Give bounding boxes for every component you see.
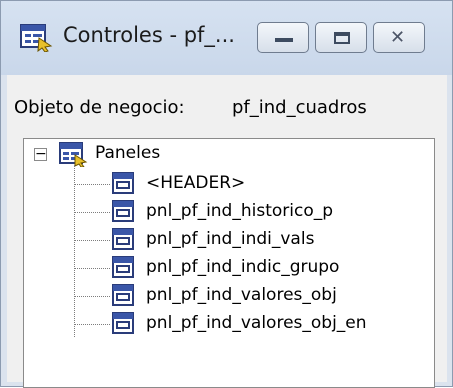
minimize-icon — [275, 38, 293, 42]
tree-node-label[interactable]: <HEADER> — [146, 173, 245, 193]
tree-branch-line — [75, 296, 110, 297]
close-icon: ✕ — [390, 27, 406, 48]
panels-tree[interactable]: − Paneles <HEADER> pnl_pf_ind_historico_… — [23, 138, 435, 388]
tree-root-label[interactable]: Paneles — [95, 143, 160, 163]
business-object-value: pf_ind_cuadros — [232, 97, 367, 118]
tree-node[interactable]: pnl_pf_ind_indic_grupo — [75, 253, 415, 283]
collapse-toggle[interactable]: − — [34, 147, 47, 161]
window-title: Controles - pf_... — [63, 23, 235, 47]
tree-branch-line — [75, 268, 110, 269]
panel-icon — [112, 228, 134, 250]
tree-node-label[interactable]: pnl_pf_ind_valores_obj — [146, 285, 337, 305]
business-object-label: Objeto de negocio: — [14, 97, 185, 118]
close-button[interactable]: ✕ — [373, 22, 425, 53]
tree-node[interactable]: pnl_pf_ind_valores_obj_en — [75, 309, 415, 339]
tree-node-label[interactable]: pnl_pf_ind_valores_obj_en — [146, 313, 367, 333]
panels-folder-icon — [59, 142, 88, 167]
tree-branch-line — [75, 212, 110, 213]
title-bar[interactable]: Controles - pf_... ✕ — [1, 1, 452, 75]
tree-node[interactable]: <HEADER> — [75, 169, 415, 199]
panel-icon — [112, 200, 134, 222]
window-content: Objeto de negocio: pf_ind_cuadros − Pane… — [7, 75, 447, 388]
tree-branch-line — [75, 184, 110, 185]
tree-node-label[interactable]: pnl_pf_ind_indi_vals — [146, 229, 314, 249]
tree-node[interactable]: pnl_pf_ind_valores_obj — [75, 281, 415, 311]
tree-branch-line — [75, 324, 110, 325]
panel-icon — [112, 284, 134, 306]
tree-branch-line — [75, 240, 110, 241]
panel-icon — [112, 256, 134, 278]
panel-icon — [112, 172, 134, 194]
controls-window: Controles - pf_... ✕ Objeto de negocio: … — [0, 0, 453, 388]
tree-node-label[interactable]: pnl_pf_ind_historico_p — [146, 201, 333, 221]
tree-node[interactable]: pnl_pf_ind_indi_vals — [75, 225, 415, 255]
panels-form-icon — [20, 24, 53, 52]
maximize-button[interactable] — [315, 22, 367, 53]
tree-node-label[interactable]: pnl_pf_ind_indic_grupo — [146, 257, 339, 277]
minimize-button[interactable] — [257, 22, 309, 53]
panel-icon — [112, 312, 134, 334]
tree-node[interactable]: pnl_pf_ind_historico_p — [75, 197, 415, 227]
maximize-icon — [334, 32, 350, 44]
